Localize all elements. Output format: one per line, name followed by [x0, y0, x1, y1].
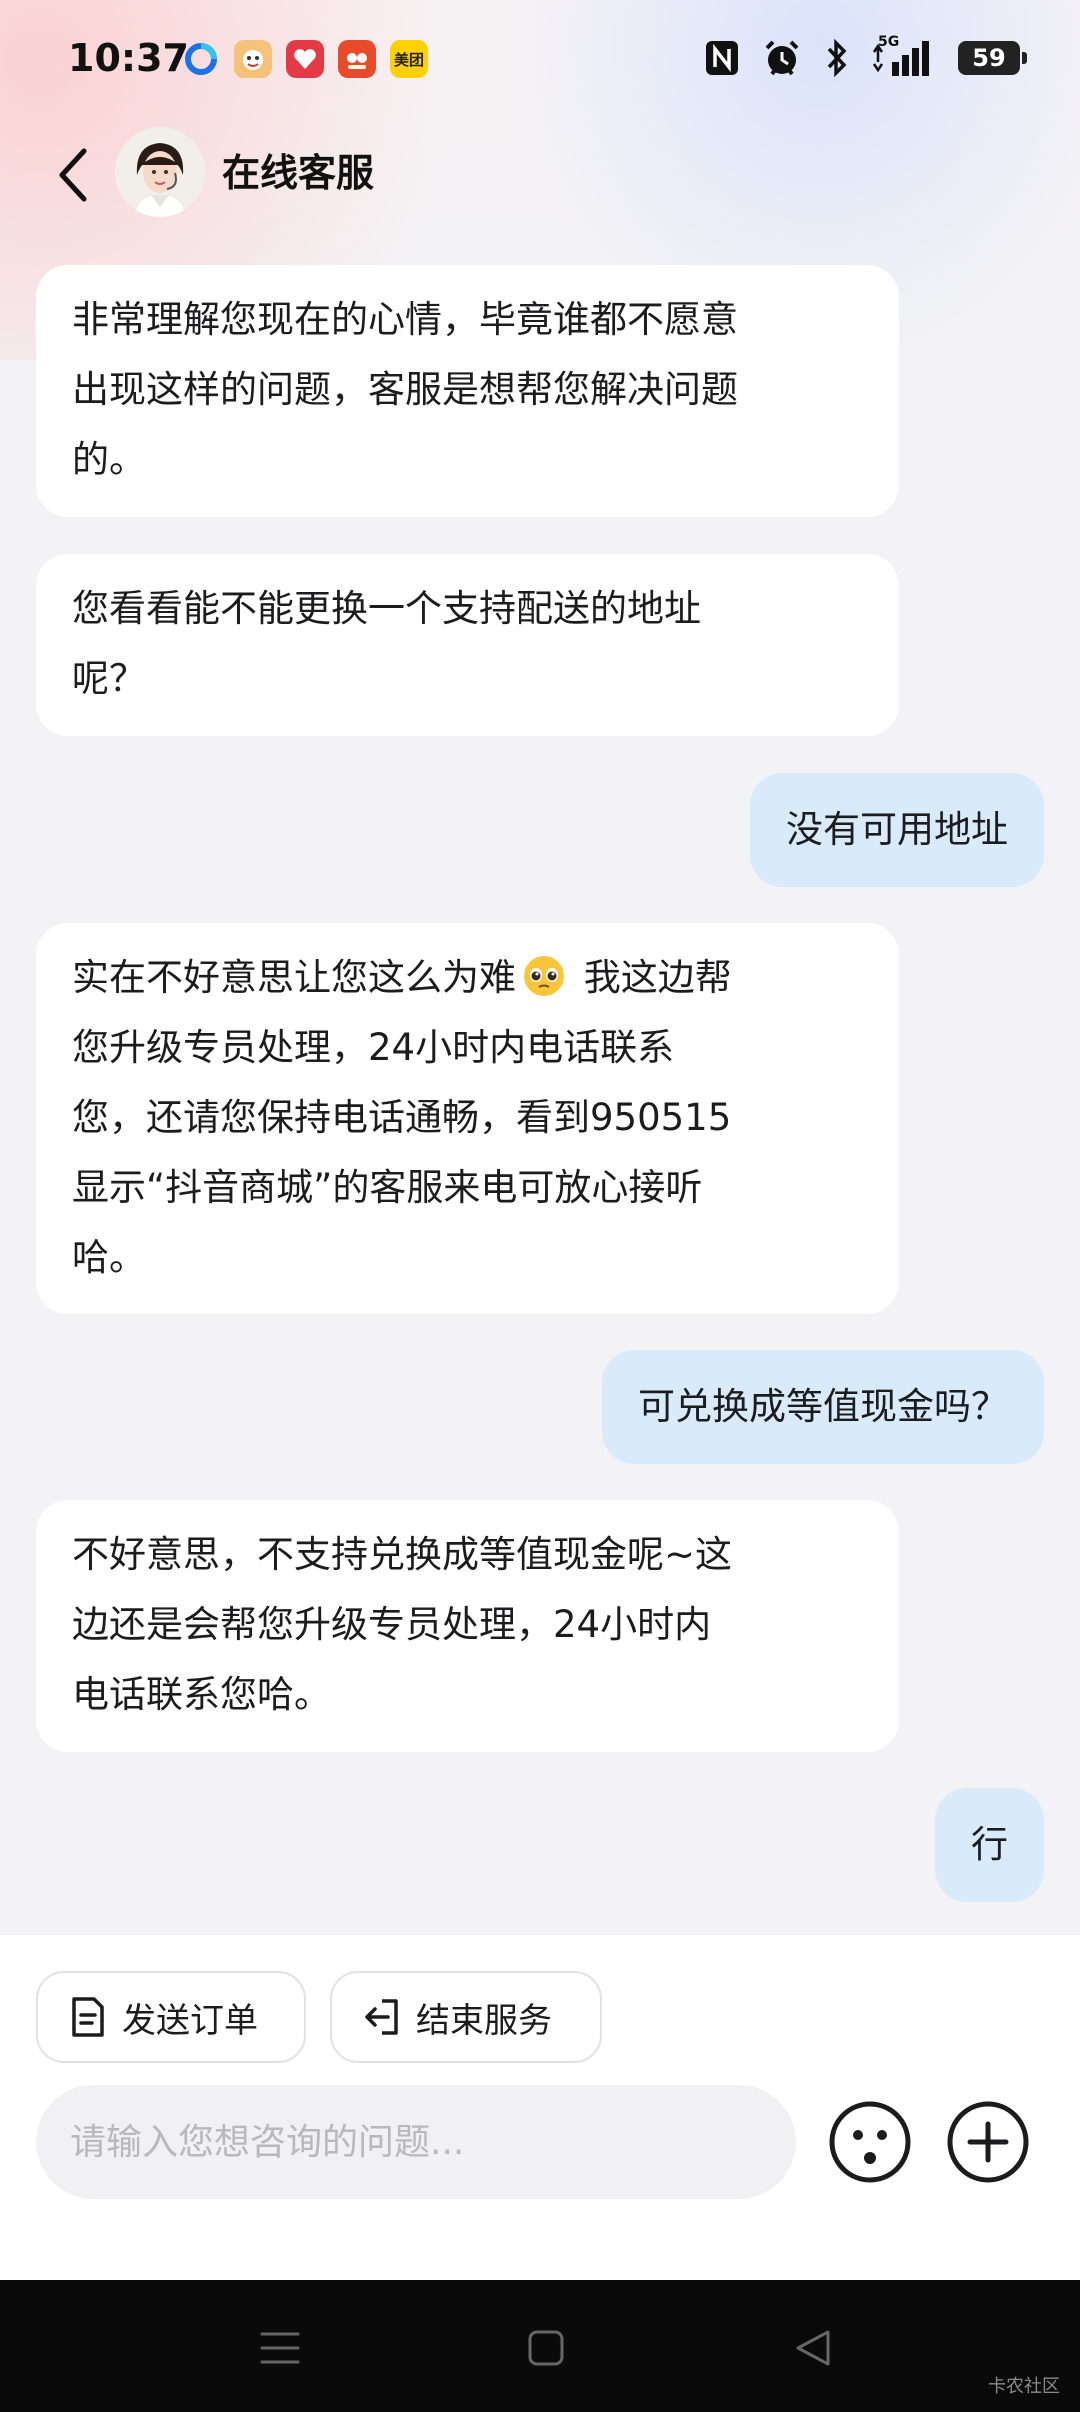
- nfc-icon: [706, 41, 738, 75]
- status-icons: 5G 59: [704, 34, 1027, 78]
- message-line: 出现这样的问题，客服是想帮您解决问题: [72, 368, 738, 411]
- message-line: 呢？: [72, 657, 146, 700]
- agent-message: 非常理解您现在的心情，毕竟谁都不愿意 出现这样的问题，客服是想帮您解决问题 的。: [36, 265, 899, 517]
- emoji-button[interactable]: [828, 2100, 912, 2184]
- message-line-start: 实在不好意思让您这么为难: [72, 956, 516, 999]
- exit-icon: [365, 1999, 398, 2035]
- status-time: 10:37: [68, 36, 189, 80]
- menu-nav-icon[interactable]: [252, 2320, 308, 2376]
- meituan-label: 美团: [393, 50, 424, 69]
- agent-message: 实在不好意思让您这么为难 我这边帮 您升级专员处理，24小时内电话联系 您，还请…: [36, 923, 899, 1314]
- shopping-app-icon: [286, 40, 324, 78]
- battery-level: 59: [972, 44, 1006, 72]
- message-line: 电话联系您哈。: [72, 1673, 331, 1716]
- battery-indicator: 59: [958, 41, 1027, 75]
- browser-icon: [182, 40, 220, 78]
- chevron-left-icon: [59, 148, 87, 202]
- send-order-label: 发送订单: [122, 2000, 258, 2041]
- message-line: 非常理解您现在的心情，毕竟谁都不愿意: [72, 298, 738, 341]
- send-order-button[interactable]: 发送订单: [36, 1971, 306, 2063]
- message-line: 不好意思，不支持兑换成等值现金呢~这: [72, 1533, 733, 1576]
- agent-avatar[interactable]: [115, 127, 205, 217]
- chat-header: 在线客服: [0, 120, 1080, 230]
- user-message: 可兑换成等值现金吗？: [602, 1350, 1044, 1464]
- message-input[interactable]: [36, 2085, 796, 2199]
- header-title: 在线客服: [222, 151, 375, 195]
- message-line: 显示“抖音商城”的客服来电可放心接听: [72, 1166, 703, 1209]
- message-line: 您看看能不能更换一个支持配送的地址: [72, 587, 701, 630]
- system-nav-bar: 卡农社区: [0, 2280, 1080, 2412]
- notification-app-icons: 美团: [182, 40, 428, 78]
- back-button[interactable]: [44, 140, 104, 210]
- message-text: 可兑换成等值现金吗？: [638, 1385, 1008, 1428]
- message-text: 行: [971, 1823, 1008, 1866]
- message-text: 没有可用地址: [786, 808, 1008, 851]
- message-line-end: 我这边帮: [572, 956, 732, 999]
- message-line: 边还是会帮您升级专员处理，24小时内: [72, 1603, 712, 1646]
- pleading-face-emoji: [524, 956, 564, 996]
- back-nav-icon[interactable]: [786, 2320, 842, 2376]
- signal-icon: 5G: [872, 34, 936, 78]
- message-line: 哈。: [72, 1236, 146, 1279]
- document-icon: [72, 1997, 104, 2037]
- end-service-label: 结束服务: [416, 2000, 552, 2041]
- watermark: 卡农社区: [988, 2376, 1060, 2397]
- alarm-icon: [765, 40, 799, 76]
- message-line: 实在不好意思让您这么为难 我这边帮: [72, 943, 863, 1013]
- game-app-icon: [234, 40, 272, 78]
- status-bar: 10:37 美团 5G 59: [0, 0, 1080, 120]
- end-service-button[interactable]: 结束服务: [330, 1971, 602, 2063]
- agent-message: 不好意思，不支持兑换成等值现金呢~这 边还是会帮您升级专员处理，24小时内 电话…: [36, 1500, 899, 1752]
- pinduoduo-icon: [338, 40, 376, 78]
- agent-message: 您看看能不能更换一个支持配送的地址 呢？: [36, 554, 899, 736]
- add-more-button[interactable]: [946, 2100, 1030, 2184]
- input-panel: 发送订单 结束服务: [0, 1935, 1080, 2280]
- message-line: 的。: [72, 438, 146, 481]
- user-message: 没有可用地址: [750, 773, 1044, 887]
- message-line: 您升级专员处理，24小时内电话联系: [72, 1026, 675, 1069]
- bluetooth-icon: [827, 38, 847, 78]
- message-line: 您，还请您保持电话通畅，看到950515: [72, 1096, 732, 1139]
- user-message: 行: [935, 1788, 1044, 1902]
- meituan-icon: 美团: [390, 40, 428, 78]
- home-nav-icon[interactable]: [518, 2320, 574, 2376]
